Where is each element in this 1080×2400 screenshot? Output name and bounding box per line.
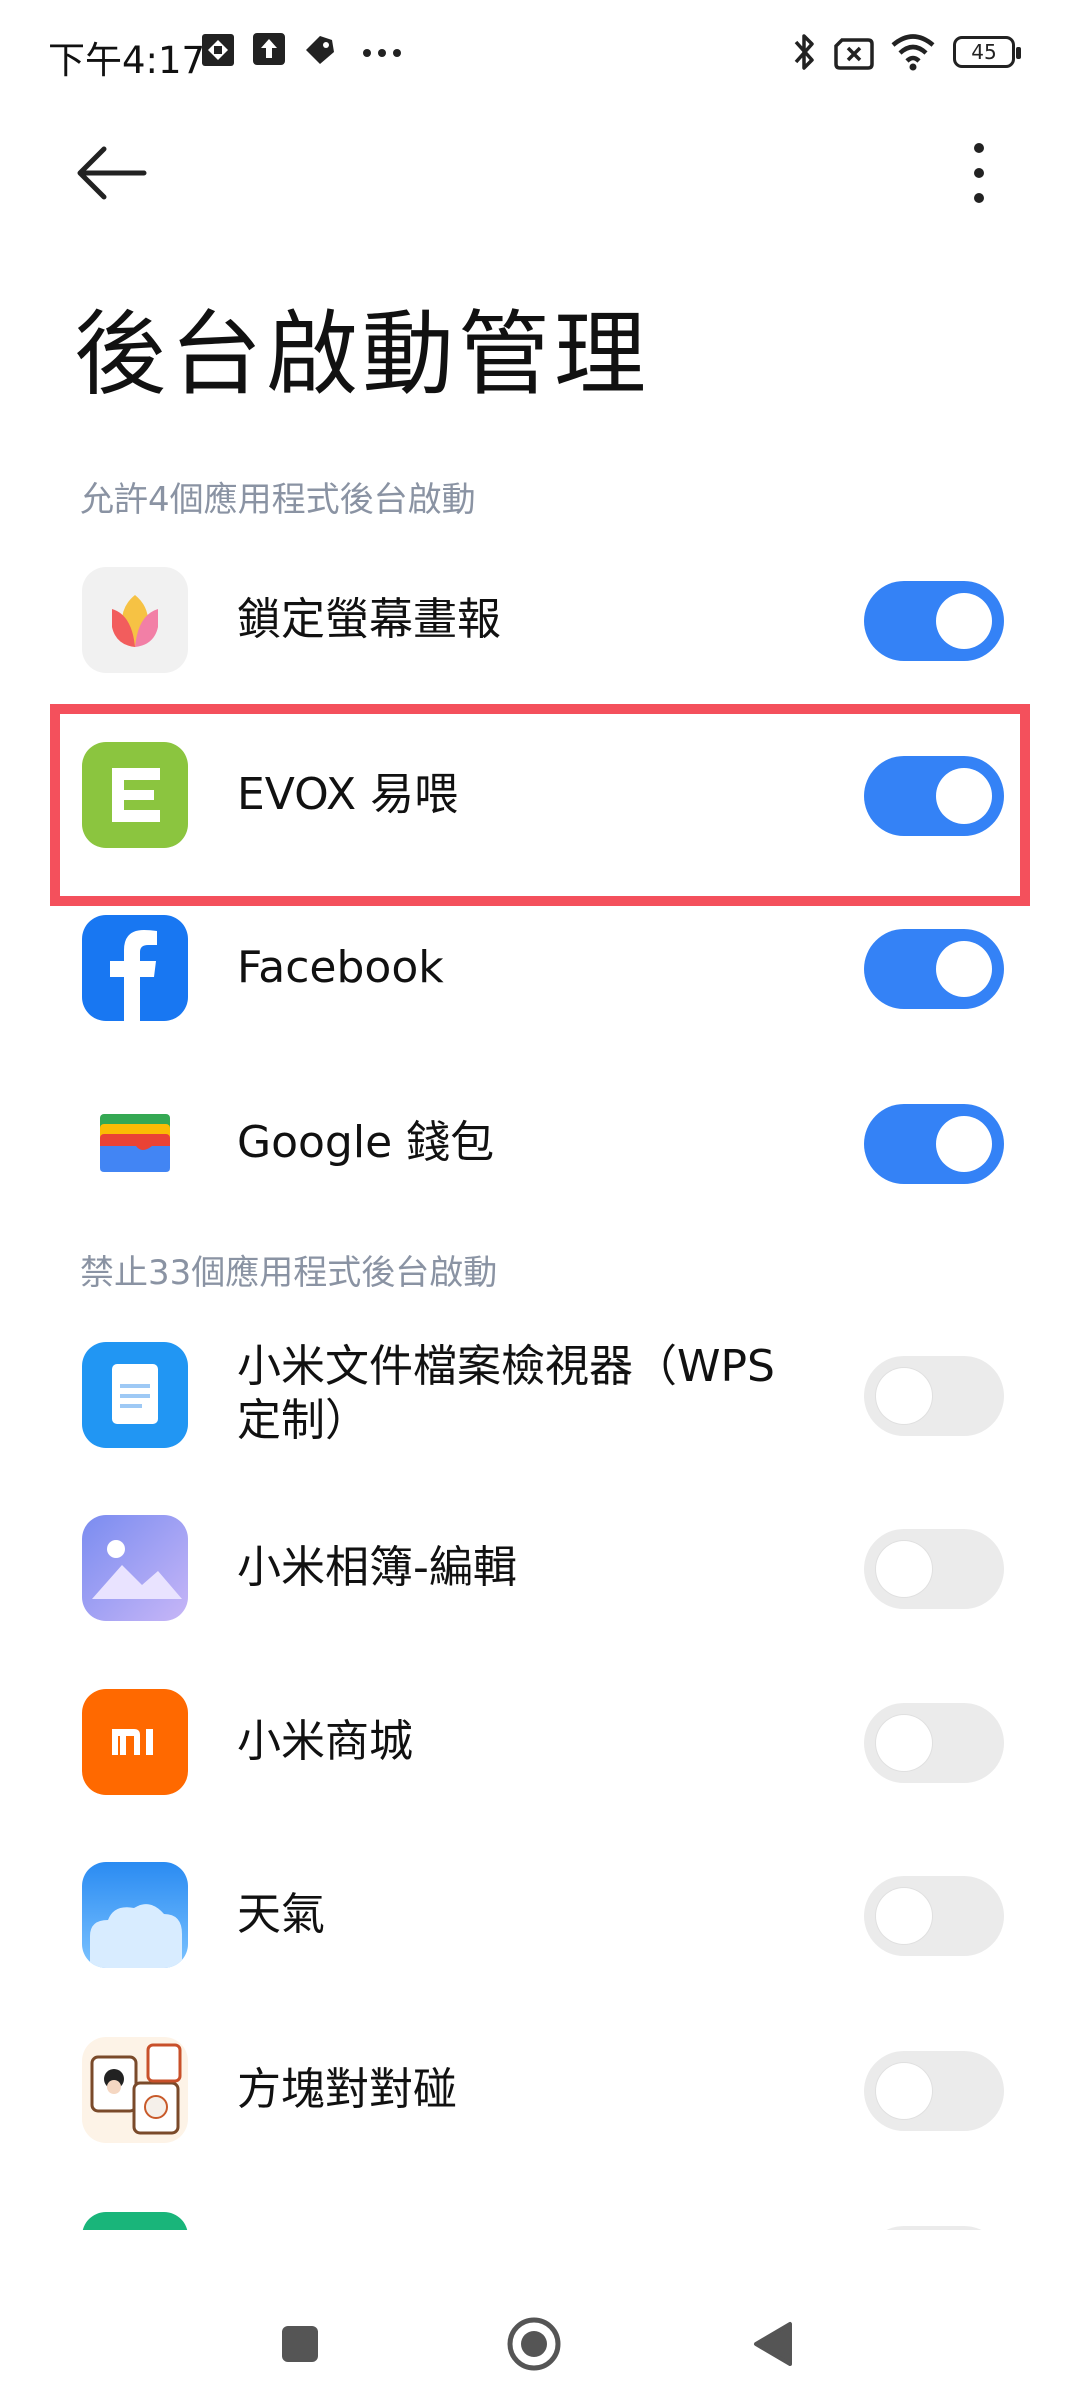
page-title: 後台啟動管理 xyxy=(74,301,651,408)
background-start-toggle[interactable] xyxy=(864,1703,1004,1783)
more-notifications-icon xyxy=(363,49,401,57)
no-sim-icon xyxy=(834,38,874,70)
app-row-gallery[interactable]: 小米相簿-編輯 xyxy=(0,1513,1080,1623)
bluetooth-icon xyxy=(794,34,814,70)
app-row-google-wallet[interactable]: Google 錢包 xyxy=(0,1088,1080,1198)
app-row-mi-store[interactable]: 小米商城 xyxy=(0,1687,1080,1797)
lockscreen-wallpaper-icon xyxy=(82,567,188,673)
app-row-weather[interactable]: 天氣 xyxy=(0,1860,1080,1970)
allowed-section-label: 允許4個應用程式後台啟動 xyxy=(80,480,476,520)
app-name: 鎖定螢幕畫報 xyxy=(237,594,501,645)
weather-icon xyxy=(82,1862,188,1968)
status-time: 下午4:17 xyxy=(48,39,206,82)
gallery-editor-icon xyxy=(82,1515,188,1621)
app-row-wps[interactable]: 小米文件檔案檢視器（WPS 定制） xyxy=(0,1340,1080,1452)
wps-document-icon xyxy=(82,1342,188,1448)
navigation-bar xyxy=(0,2270,1080,2400)
app-row-facebook[interactable]: Facebook xyxy=(0,913,1080,1023)
background-start-toggle[interactable] xyxy=(864,1356,1004,1436)
tag-icon xyxy=(306,36,334,64)
app-name: 小米商城 xyxy=(237,1716,413,1767)
app-name: 天氣 xyxy=(237,1889,325,1940)
home-button[interactable] xyxy=(506,2316,562,2372)
app-name: Facebook xyxy=(237,942,444,993)
mahjong-game-icon xyxy=(82,2037,188,2143)
background-start-toggle[interactable] xyxy=(864,929,1004,1009)
back-button[interactable] xyxy=(750,2320,794,2368)
background-start-toggle[interactable] xyxy=(864,1529,1004,1609)
recents-button[interactable] xyxy=(280,2324,320,2364)
background-start-toggle[interactable] xyxy=(864,1104,1004,1184)
more-options-icon[interactable] xyxy=(954,138,1004,208)
wifi-icon xyxy=(891,34,935,71)
status-bar: 下午4:17 45 xyxy=(0,0,1080,110)
highlight-box xyxy=(50,704,1030,906)
background-start-toggle[interactable] xyxy=(864,2051,1004,2131)
upload-icon xyxy=(253,33,285,65)
battery-icon: 45 xyxy=(953,36,1021,68)
app-name: Google 錢包 xyxy=(237,1117,495,1168)
background-start-toggle[interactable] xyxy=(864,581,1004,661)
blocked-section-label: 禁止33個應用程式後台啟動 xyxy=(80,1253,498,1293)
google-wallet-icon xyxy=(82,1090,188,1196)
app-name-line2: 定制） xyxy=(237,1395,369,1446)
mi-store-icon xyxy=(82,1689,188,1795)
apps-icon xyxy=(202,34,234,66)
app-name: 方塊對對碰 xyxy=(237,2064,457,2115)
app-name: 小米相簿-編輯 xyxy=(237,1542,517,1593)
app-name: 小米文件檔案檢視器（WPS xyxy=(237,1341,775,1392)
app-row-mahjong[interactable]: 方塊對對碰 xyxy=(0,2035,1080,2145)
back-arrow-icon[interactable] xyxy=(72,138,152,208)
background-start-toggle[interactable] xyxy=(864,1876,1004,1956)
facebook-icon xyxy=(82,915,188,1021)
app-row-lockscreen[interactable]: 鎖定螢幕畫報 xyxy=(0,565,1080,675)
